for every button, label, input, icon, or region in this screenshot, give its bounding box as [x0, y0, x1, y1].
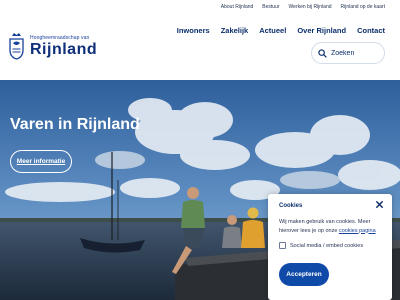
- nav-item-inwoners[interactable]: Inwoners: [177, 26, 210, 35]
- nav-item-contact[interactable]: Contact: [357, 26, 385, 35]
- search-icon[interactable]: [318, 48, 327, 58]
- main-nav: Inwoners Zakelijk Actueel Over Rijnland …: [177, 26, 385, 35]
- cookie-title: Cookies: [279, 203, 303, 209]
- nav-item-actueel[interactable]: Actueel: [259, 26, 286, 35]
- crest-icon: [9, 33, 24, 60]
- social-media-cookies-label: Social media / embed cookies: [290, 242, 364, 249]
- utility-nav: About Rijnland Bestuur Werken bij Rijnla…: [221, 4, 385, 10]
- social-media-cookies-option[interactable]: Social media / embed cookies: [279, 242, 363, 249]
- site-header: About Rijnland Bestuur Werken bij Rijnla…: [0, 0, 400, 80]
- nav-item-zakelijk[interactable]: Zakelijk: [221, 26, 249, 35]
- cookie-description: Wij maken gebruik van cookies. Meer hier…: [279, 218, 385, 235]
- utility-link-kaart[interactable]: Rijnland op de kaart: [341, 4, 385, 10]
- utility-link-bestuur[interactable]: Bestuur: [262, 4, 279, 10]
- utility-link-about[interactable]: About Rijnland: [221, 4, 254, 10]
- hero-title: Varen in Rijnland: [10, 116, 140, 133]
- nav-item-over-rijnland[interactable]: Over Rijnland: [297, 26, 346, 35]
- logo-title: Rijnland: [30, 40, 98, 58]
- utility-link-werken[interactable]: Werken bij Rijnland: [289, 4, 332, 10]
- cookies-page-link[interactable]: cookies pagina: [339, 228, 376, 234]
- site-logo[interactable]: Hoogheemraadschap van Rijnland: [8, 33, 97, 60]
- more-info-button[interactable]: Meer informatie: [10, 150, 72, 173]
- close-icon[interactable]: [375, 200, 384, 209]
- cookie-banner: Cookies Wij maken gebruik van cookies. M…: [268, 194, 392, 300]
- search-box[interactable]: [311, 42, 385, 64]
- search-input[interactable]: [331, 49, 383, 57]
- accept-cookies-button[interactable]: Accepteren: [279, 263, 329, 286]
- social-media-cookies-checkbox[interactable]: [279, 242, 286, 249]
